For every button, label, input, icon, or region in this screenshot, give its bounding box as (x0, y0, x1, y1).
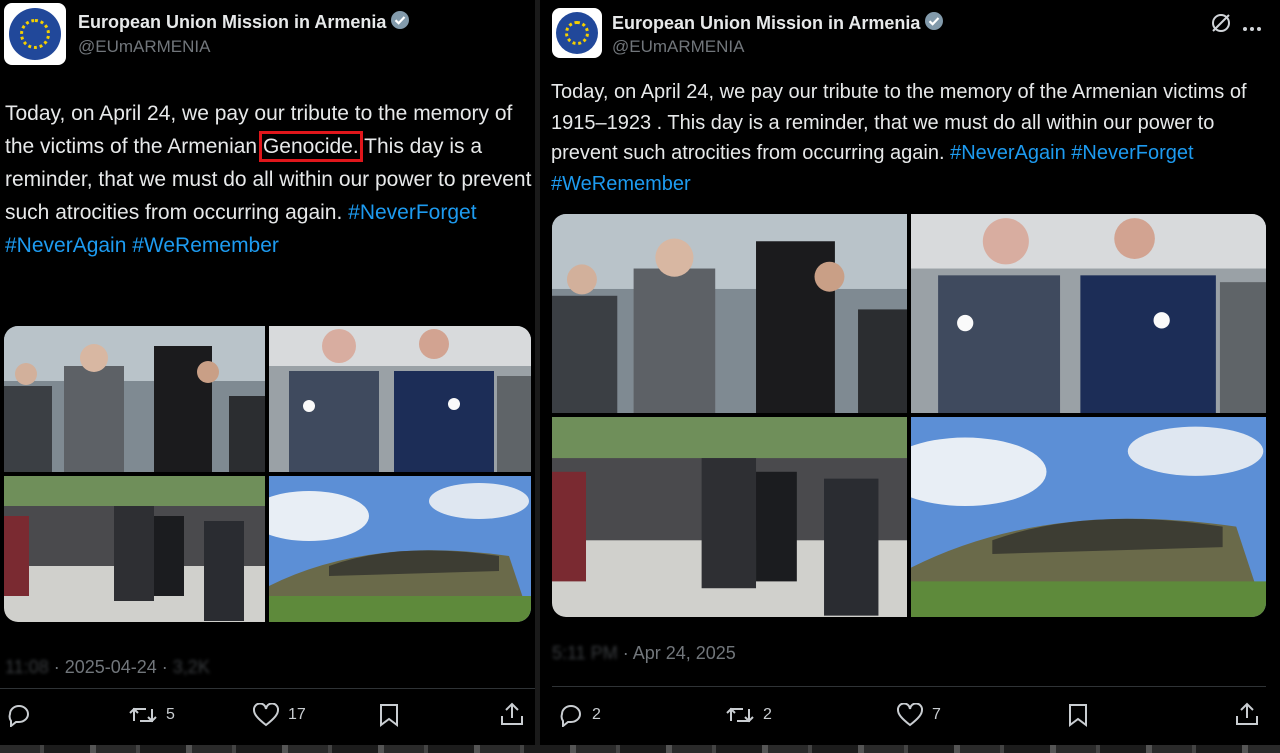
retweet-icon (726, 707, 754, 723)
share-icon (1236, 702, 1258, 725)
hashtag[interactable]: #NeverForget (348, 201, 476, 224)
tweet-right: European Union Mission in Armenia @EUmAR… (540, 0, 1280, 745)
account-name[interactable]: European Union Mission in Armenia (612, 11, 944, 34)
bookmark-button[interactable] (378, 703, 400, 727)
more-button[interactable] (1242, 19, 1262, 37)
cropped-edge (0, 745, 1280, 753)
reply-icon (560, 705, 581, 727)
hashtag[interactable]: #WeRemember (132, 234, 279, 257)
photo-officials-priest[interactable] (552, 214, 907, 413)
hashtag[interactable]: #NeverForget (1071, 142, 1193, 164)
divider (552, 686, 1266, 687)
like-button[interactable]: 17 (252, 703, 306, 727)
share-icon (501, 702, 523, 725)
avatar[interactable] (552, 8, 602, 58)
reply-icon (8, 705, 29, 727)
account-handle[interactable]: @EUmARMENIA (612, 37, 745, 57)
photo-officials-flowers[interactable] (269, 326, 531, 472)
photo-memorial-hill[interactable] (911, 417, 1266, 617)
reply-button[interactable]: 2 (558, 703, 601, 727)
verified-badge-icon (925, 12, 944, 30)
account-name[interactable]: European Union Mission in Armenia (78, 10, 410, 33)
bookmark-icon (380, 704, 398, 727)
tweet-text: Today, on April 24, we pay our tribute t… (5, 102, 532, 257)
retweet-button[interactable]: 5 (128, 703, 175, 727)
eu-logo-icon (9, 8, 61, 60)
hashtag[interactable]: #WeRemember (551, 173, 691, 195)
share-button[interactable] (1234, 701, 1260, 727)
grok-icon (1212, 14, 1230, 32)
photo-officials-flowers[interactable] (911, 214, 1266, 413)
photo-procession[interactable] (4, 476, 265, 622)
more-icon (1243, 27, 1261, 31)
bookmark-icon (1069, 704, 1087, 727)
account-handle[interactable]: @EUmARMENIA (78, 37, 211, 57)
bookmark-button[interactable] (1067, 703, 1089, 727)
share-button[interactable] (499, 701, 525, 727)
reply-button[interactable] (6, 703, 40, 727)
highlighted-word: Genocide. (258, 131, 363, 162)
photo-procession[interactable] (552, 417, 907, 617)
tweet-timestamp[interactable]: 11:08 · 2025-04-24 · 3,2K (5, 657, 210, 678)
tweet-timestamp[interactable]: 5:11 PM · Apr 24, 2025 (552, 643, 736, 664)
tweet-text: Today, on April 24, we pay our tribute t… (551, 81, 1247, 195)
hashtag[interactable]: #NeverAgain (950, 142, 1066, 164)
photo-memorial-hill[interactable] (269, 476, 531, 622)
avatar[interactable] (4, 3, 66, 65)
media-grid (552, 214, 1266, 617)
retweet-button[interactable]: 2 (725, 703, 772, 727)
tweet-left: European Union Mission in Armenia @EUmAR… (0, 0, 535, 745)
heart-icon (253, 703, 279, 727)
divider (0, 688, 535, 689)
like-button[interactable]: 7 (896, 703, 941, 727)
retweet-icon (129, 707, 157, 723)
media-grid (4, 326, 531, 622)
photo-officials-priest[interactable] (4, 326, 265, 472)
eu-logo-icon (556, 12, 598, 54)
hashtag[interactable]: #NeverAgain (5, 234, 126, 257)
verified-badge-icon (391, 11, 410, 29)
grok-button[interactable] (1210, 12, 1232, 39)
heart-icon (897, 703, 923, 727)
